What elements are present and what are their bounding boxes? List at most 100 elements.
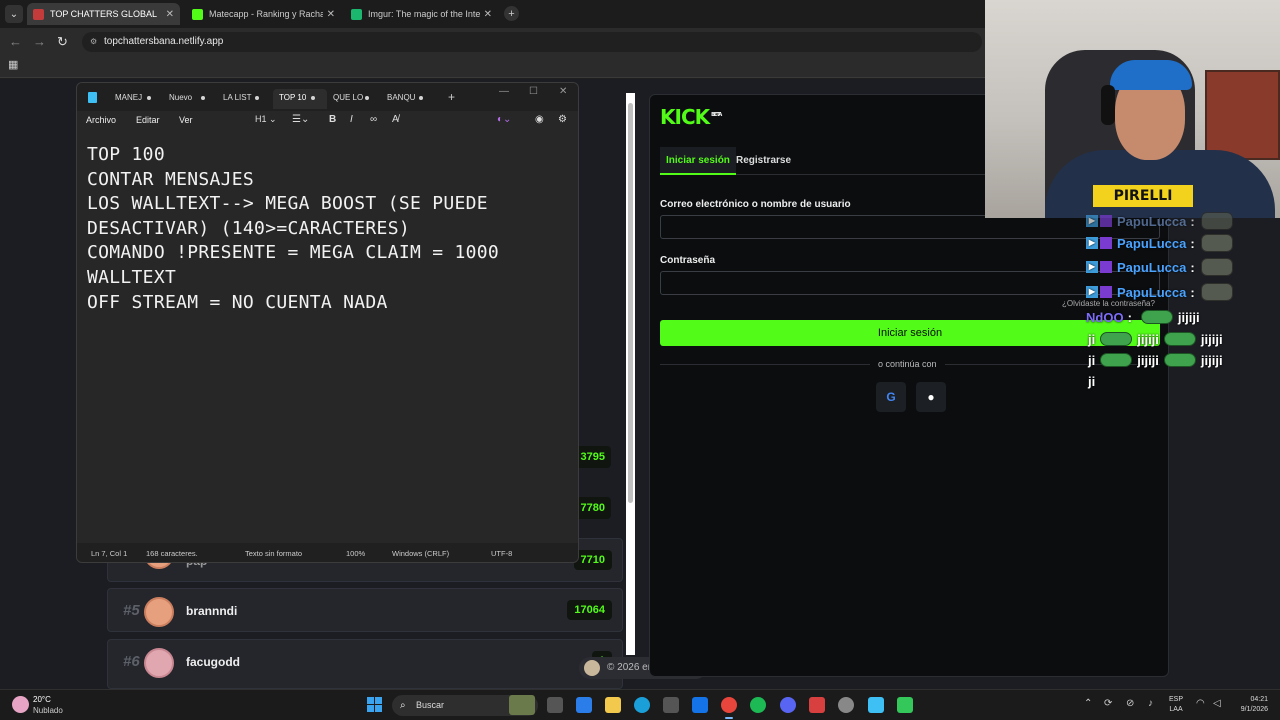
wifi-icon[interactable]: ◠ [1196,698,1205,709]
new-tab-button[interactable]: + [504,6,519,21]
back-icon[interactable]: ← [9,34,22,49]
scrollbar-thumb[interactable] [628,103,633,503]
cursor-position: Ln 7, Col 1 [91,549,128,558]
page-scrollbar[interactable] [626,93,635,655]
url-field[interactable]: ⚙ topchattersbana.netlify.app [82,32,982,52]
link-icon[interactable]: ∞ [370,114,377,125]
badge-icon [1100,286,1112,298]
new-tab-button[interactable]: + [448,91,455,103]
browser-tab-top-chatters[interactable]: TOP CHATTERS GLOBAL ✕ [27,3,180,25]
store-icon[interactable] [663,697,679,713]
chat-message: ji [1088,373,1096,389]
spotify-icon[interactable] [750,697,766,713]
avatar [584,660,600,676]
encoding: UTF-8 [491,549,513,558]
streamer-body [1045,150,1275,218]
forward-icon[interactable]: → [33,34,46,49]
notepad-tab[interactable]: Nuevo [163,89,217,109]
close-icon[interactable]: ✕ [327,9,335,20]
chat-message: ▶ PapuLucca: [1086,257,1233,277]
language-indicator[interactable]: ESP LAA [1169,695,1183,715]
clock[interactable]: 04:21 9/1/2026 [1232,695,1268,715]
chat-overlay: ▶ PapuLucca: ▶ PapuLucca: ▶ PapuLucca: ▶… [1086,211,1246,396]
notepad-tab[interactable]: QUE LO [327,89,381,109]
list-icon[interactable]: ☰⌄ [292,114,309,125]
outlook-icon[interactable] [692,697,708,713]
bold-icon[interactable]: B [329,114,336,125]
minimize-icon[interactable]: — [499,86,509,97]
avatar [144,597,174,627]
browser-tab-imgur[interactable]: Imgur: The magic of the Internet ✕ [345,3,498,25]
chevron-up-icon[interactable]: ⌃ [1084,698,1092,709]
reload-icon[interactable]: ↻ [57,34,68,50]
gear-icon[interactable]: ⚙ [558,114,567,125]
account-icon[interactable]: ◉ [535,114,544,125]
apple-icon[interactable]: ● [916,382,946,412]
email-field[interactable] [660,215,1160,239]
notepad-tab[interactable]: BANQU [381,89,435,109]
notepad-status-bar: Ln 7, Col 1 168 caracteres. Texto sin fo… [77,543,578,562]
heading-select[interactable]: H1 ⌄ [255,114,277,125]
clear-format-icon[interactable]: A̸ [392,114,399,125]
edge-icon[interactable] [634,697,650,713]
blue-cap [1110,60,1192,90]
app-icon[interactable] [897,697,913,713]
task-view-icon[interactable] [547,697,563,713]
notepad-tab-bar: MANEJ Nuevo LA LIST TOP 10 QUE LO BANQU … [77,83,578,111]
notification-mute-icon[interactable]: ⊘ [1126,698,1134,709]
jersey-logo: PIRELLI [1093,185,1193,207]
file-explorer-icon[interactable] [605,697,621,713]
weather-widget[interactable]: 20°C Nublado [12,694,92,718]
italic-icon[interactable]: I [350,114,353,125]
leaderboard-row[interactable]: #5 brannndi 17064 [107,588,623,632]
maximize-icon[interactable]: ☐ [529,86,538,97]
copilot-app-icon[interactable] [576,697,592,713]
tab-register[interactable]: Registrarse [730,147,797,175]
close-icon[interactable]: ✕ [559,86,567,97]
tab-favicon [351,8,362,20]
notepad-tab-active[interactable]: TOP 10 [273,89,327,109]
notepad-taskbar-icon[interactable] [868,697,884,713]
leaderboard-name: brannndi [186,604,238,618]
menu-editar[interactable]: Editar [136,115,160,125]
chat-message: ▶ PapuLucca: [1086,282,1233,302]
chat-message: NdOO: jijiji [1086,309,1200,325]
leaderboard-row[interactable]: #6 facugodd 1 [107,639,623,689]
start-button[interactable] [367,697,382,712]
notepad-tab[interactable]: MANEJ [109,89,163,109]
tab-login[interactable]: Iniciar sesión [660,147,736,175]
copilot-icon[interactable]: ◐⌄ [497,114,511,125]
badge-icon [1100,215,1112,227]
notepad-editor[interactable]: TOP 100 CONTAR MENSAJES LOS WALLTEXT--> … [87,143,567,315]
sync-icon[interactable]: ⟳ [1104,698,1112,709]
leaderboard-rank: #6 [123,653,140,670]
site-info-icon[interactable]: ⚙ [90,37,100,47]
menu-ver[interactable]: Ver [179,115,193,125]
weather-icon [12,696,29,713]
close-icon[interactable]: ✕ [484,9,492,20]
zoom-level[interactable]: 100% [346,549,365,558]
app-icon[interactable] [809,697,825,713]
chrome-icon[interactable] [721,697,737,719]
apps-grid-icon[interactable]: ▦ [8,60,19,71]
chat-message: ji jijiji jijiji [1088,352,1223,368]
menu-archivo[interactable]: Archivo [86,115,116,125]
emote-icon [1200,212,1233,230]
password-field[interactable] [660,271,1160,295]
badge-icon [1100,261,1112,273]
background-shelf [1205,70,1280,160]
volume-icon[interactable]: ◁ [1213,698,1221,709]
google-icon[interactable]: G [876,382,906,412]
unsaved-dot-icon [255,96,259,100]
app-icon[interactable] [838,697,854,713]
notepad-tab[interactable]: LA LIST [217,89,271,109]
tab-search-button[interactable]: ⌄ [5,5,23,23]
badge-icon: ▶ [1086,286,1098,298]
login-submit-button[interactable]: Iniciar sesión [660,320,1160,346]
microphone-icon[interactable]: ♪ [1148,698,1153,709]
text-format: Texto sin formato [245,549,303,558]
discord-icon[interactable] [780,697,796,713]
close-icon[interactable]: ✕ [166,9,174,20]
browser-tab-matecapp[interactable]: Matecapp - Ranking y Racha de Vistas ✕ [186,3,341,25]
chat-message: ▶ PapuLucca: [1086,211,1233,231]
